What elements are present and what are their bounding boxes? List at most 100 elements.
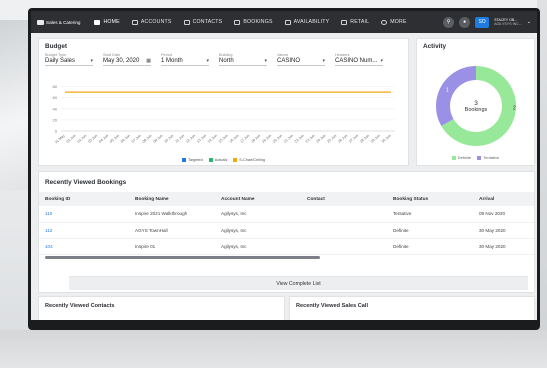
legend-targeted[interactable]: Targeted	[182, 158, 203, 162]
table-row[interactable]: 110 Inspire 2021 Walkthrough Agilysys, I…	[39, 206, 534, 223]
nav-retail[interactable]: RETAIL	[335, 11, 375, 33]
home-icon	[94, 19, 101, 25]
x-tick-label: 18 Jun	[250, 134, 261, 144]
nav-contacts[interactable]: CONTACTS	[178, 11, 229, 33]
account-name: Agilysys, Inc	[215, 206, 301, 223]
legend-actuals[interactable]: Actuals	[208, 158, 227, 162]
x-tick-label: 16 Jun	[229, 134, 240, 144]
filter-budget-type[interactable]: Budget Type Daily Sales ▾	[45, 53, 93, 66]
x-tick-label: 24 Jun	[316, 134, 327, 144]
horizontal-scrollbar[interactable]	[45, 255, 320, 259]
x-tick-label: 11 Jun	[175, 134, 186, 144]
profile-button[interactable]: ●	[459, 16, 471, 28]
filter-value[interactable]: Daily Sales ▾	[45, 57, 93, 66]
contact	[301, 222, 387, 239]
user-info[interactable]: STACEY OB... AGILYSYS INC...	[494, 18, 522, 27]
chevron-down-icon: ▾	[206, 57, 209, 64]
activity-legend: Definite Tentative	[417, 155, 534, 160]
filter-value-text: North	[219, 57, 234, 64]
x-tick-label: 03 Jun	[87, 134, 98, 144]
search-button[interactable]: ⚲	[443, 16, 455, 28]
budget-panel: Budget Budget Type Daily Sales ▾ Start Da…	[38, 38, 409, 166]
nav-bookings[interactable]: BOOKINGS	[228, 11, 278, 33]
nav-home-label: HOME	[103, 19, 120, 25]
booking-id-link[interactable]: 112	[39, 222, 129, 239]
nav-availability[interactable]: AVAILABILITY	[279, 11, 336, 33]
accounts-icon	[131, 19, 138, 25]
legend-swatch	[451, 155, 456, 160]
x-tick-label: 20 Jun	[272, 134, 283, 144]
booking-id-link[interactable]: 110	[39, 206, 129, 223]
filter-values[interactable]: Values CASINO ▾	[277, 53, 325, 66]
booking-name: AGYS TownHall	[129, 222, 215, 239]
legend-definite[interactable]: Definite	[451, 155, 471, 160]
filter-value[interactable]: North ▾	[219, 57, 267, 66]
nav-accounts-label: ACCOUNTS	[140, 19, 172, 25]
filter-value[interactable]: May 30, 2020 ▦	[103, 57, 151, 66]
recent-sales-title: Recently Viewed Sales Call	[296, 303, 369, 309]
legend-ceiling[interactable]: S-Chart/Ceiling	[233, 158, 265, 162]
filter-value[interactable]: CASINO Num... ▾	[335, 57, 383, 66]
filter-period[interactable]: Period 1 Month ▾	[161, 53, 209, 66]
recent-contacts-title: Recently Viewed Contacts	[45, 303, 115, 309]
nav-accounts[interactable]: ACCOUNTS	[126, 11, 178, 33]
arrival-date: 30 May 2020	[473, 222, 534, 239]
nav-more[interactable]: MORE	[375, 11, 412, 33]
col-arrival[interactable]: Arrival	[473, 192, 534, 206]
x-tick-label: 23 Jun	[305, 134, 316, 144]
table-row[interactable]: 112 AGYS TownHall Agilysys, Inc Definite…	[39, 222, 534, 239]
col-account-name[interactable]: Account Name	[215, 192, 301, 206]
col-booking-status[interactable]: Booking Status	[387, 192, 473, 206]
x-tick-label: 06 Jun	[120, 134, 131, 144]
booking-name: Inspire 01	[129, 238, 215, 255]
col-booking-name[interactable]: Booking Name	[129, 192, 215, 206]
x-tick-label: 31 May	[54, 134, 66, 145]
y-tick-label: 40	[53, 106, 58, 111]
y-tick-label: 60	[53, 95, 58, 100]
legend-swatch	[233, 158, 238, 162]
chevron-down-icon[interactable]: ⌄	[527, 19, 531, 25]
x-tick-label: 07 Jun	[131, 134, 142, 144]
chart-legend: Targeted Actuals S-Chart/Ceiling	[39, 158, 408, 162]
contacts-icon	[183, 19, 190, 25]
x-tick-label: 05 Jun	[109, 134, 120, 144]
col-contact[interactable]: Contact	[301, 192, 387, 206]
bookings-count: 3	[474, 99, 478, 107]
col-booking-id[interactable]: Booking ID	[39, 192, 129, 206]
filter-value[interactable]: 1 Month ▾	[161, 57, 209, 66]
x-tick-label: 12 Jun	[185, 134, 196, 144]
top-nav: Sales & Catering HOME ACCOUNTS CONTACTS …	[31, 11, 537, 33]
chevron-down-icon: ▾	[264, 57, 267, 64]
logo-text: Sales & Catering	[46, 19, 81, 25]
filter-value[interactable]: CASINO ▾	[277, 57, 325, 66]
legend-label: S-Chart/Ceiling	[239, 158, 265, 162]
x-tick-label: 01 Jun	[66, 134, 77, 144]
nav-availability-label: AVAILABILITY	[293, 19, 330, 25]
nav-home[interactable]: HOME	[88, 11, 125, 33]
booking-id-link[interactable]: 104	[39, 238, 129, 255]
user-avatar[interactable]: SO	[475, 16, 490, 28]
x-tick-label: 17 Jun	[240, 134, 251, 144]
activity-title: Activity	[423, 43, 447, 50]
filter-headers[interactable]: Headers CASINO Num... ▾	[335, 53, 383, 66]
legend-label: Targeted	[188, 158, 203, 162]
view-complete-list-button[interactable]: View Complete List	[69, 276, 528, 290]
desk-surface	[0, 330, 547, 368]
nav-retail-label: RETAIL	[350, 19, 370, 25]
more-icon	[381, 19, 388, 25]
table-row[interactable]: 104 Inspire 01 Agilysys, Inc Definite 30…	[39, 238, 534, 255]
x-tick-label: 09 Jun	[153, 134, 164, 144]
legend-tentative[interactable]: Tentative	[477, 155, 499, 160]
filter-start-date[interactable]: Start Date May 30, 2020 ▦	[103, 53, 151, 66]
recent-sales-panel: Recently Viewed Sales Call	[289, 296, 535, 320]
booking-status: Tentative	[387, 206, 473, 223]
app-logo[interactable]: Sales & Catering	[37, 19, 81, 25]
x-tick-label: 30 Jun	[381, 134, 392, 144]
activity-donut: 1 2 3 Bookings	[431, 61, 521, 151]
bookings-table: Booking ID Booking Name Account Name Con…	[39, 192, 534, 255]
filter-value-text: May 30, 2020	[103, 57, 140, 64]
filter-building[interactable]: Building North ▾	[219, 53, 267, 66]
budget-filters: Budget Type Daily Sales ▾ Start Date May …	[45, 53, 402, 66]
filter-value-text: CASINO Num...	[335, 57, 378, 64]
filter-value-text: 1 Month	[161, 57, 183, 64]
